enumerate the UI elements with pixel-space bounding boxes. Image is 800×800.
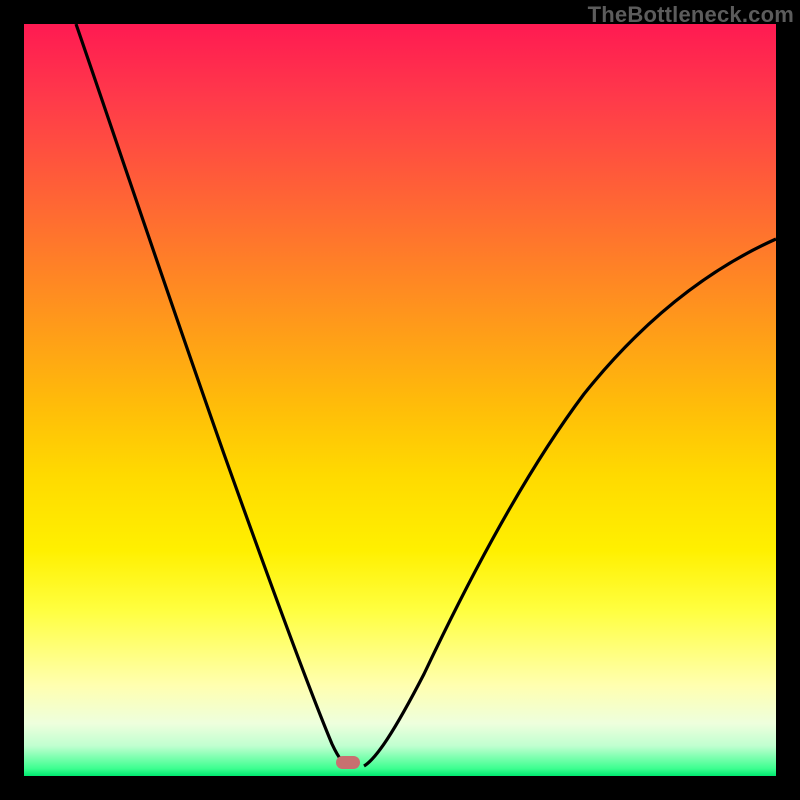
- right-branch-curve: [364, 239, 776, 766]
- curve-layer: [24, 24, 776, 776]
- left-branch-curve: [76, 24, 350, 766]
- plot-area: [24, 24, 776, 776]
- chart-container: TheBottleneck.com: [0, 0, 800, 800]
- minimum-marker: [336, 756, 360, 769]
